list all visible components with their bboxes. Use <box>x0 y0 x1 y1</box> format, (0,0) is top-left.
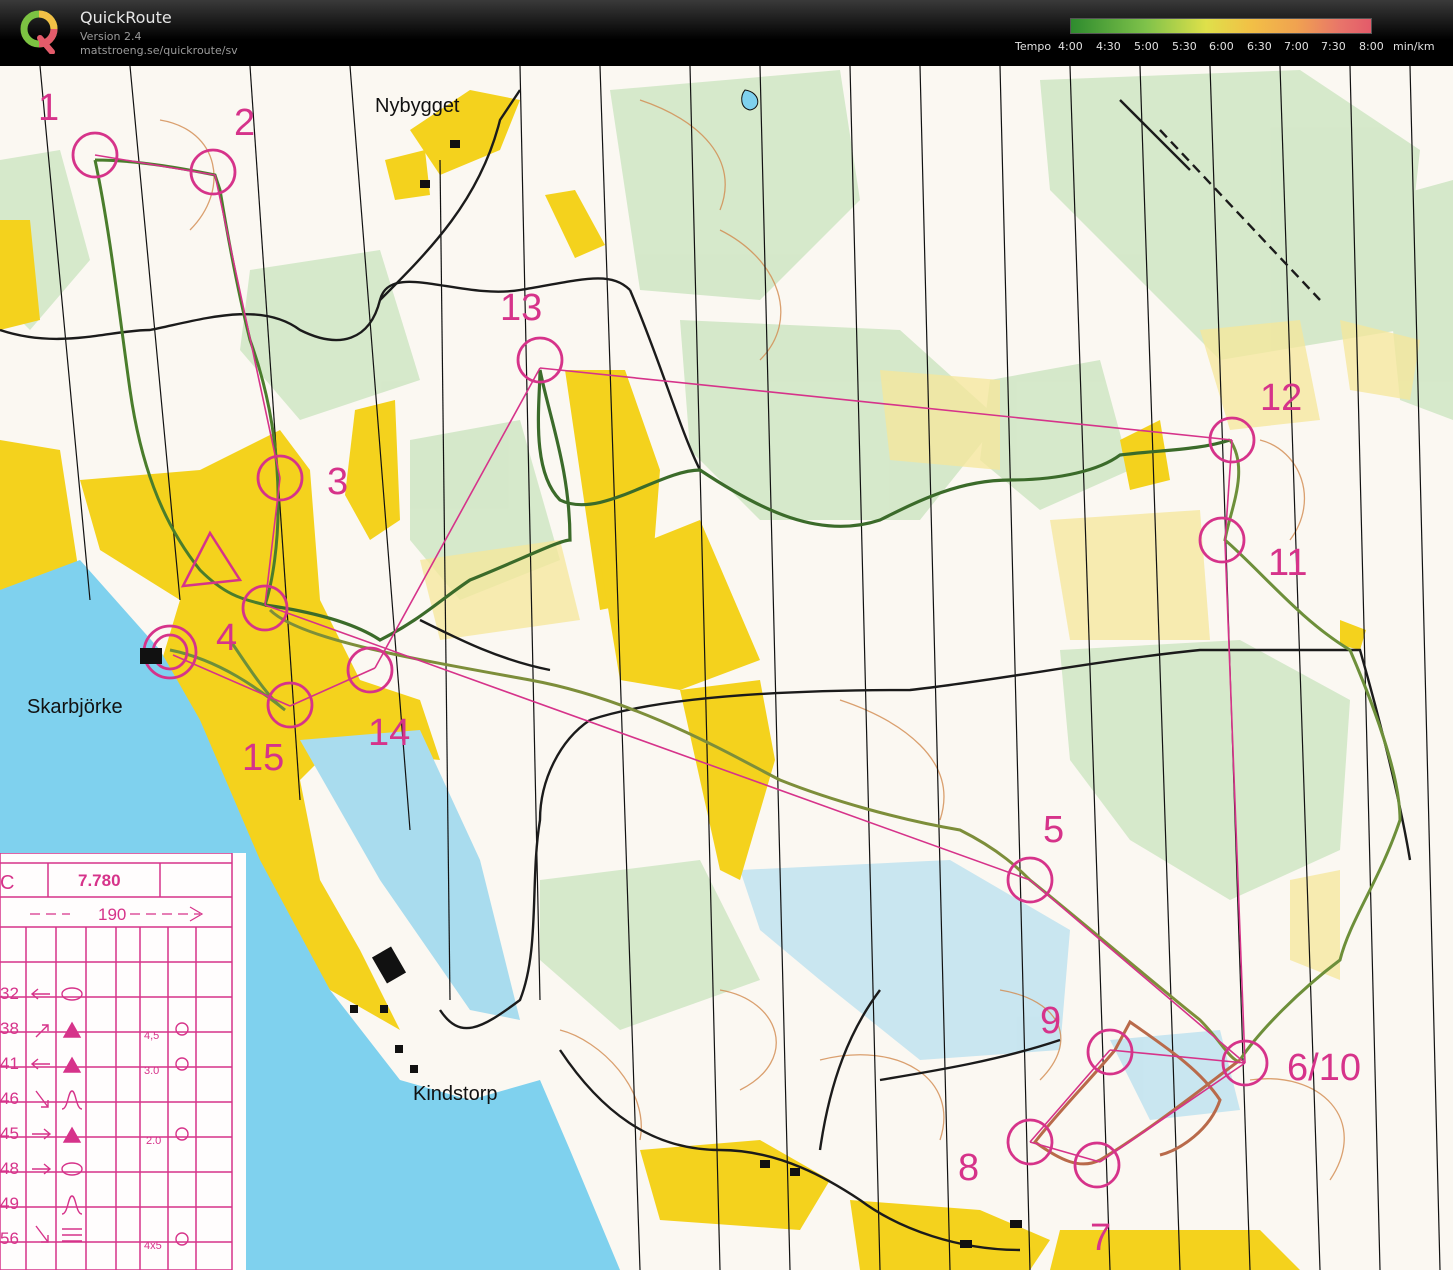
row-dimension: 3.0 <box>144 1065 159 1077</box>
control-number-8: 8 <box>958 1147 979 1189</box>
arrow-down-right-icon <box>35 1225 49 1243</box>
row-code: 38 <box>0 1019 19 1038</box>
legend-tick: 4:30 <box>1096 40 1121 53</box>
knoll-triangle-icon <box>62 1021 82 1038</box>
control-number-12: 12 <box>1260 377 1302 419</box>
quickroute-logo-icon <box>20 10 58 54</box>
course-code: C <box>0 872 14 894</box>
gully-icon <box>61 1090 83 1110</box>
knoll-triangle-icon <box>62 1126 82 1143</box>
legend-unit: min/km <box>1393 40 1435 53</box>
ditch-icon <box>62 1228 82 1242</box>
control-number-5: 5 <box>1043 809 1064 851</box>
app-version: Version 2.4 <box>80 30 142 43</box>
row-code: 45 <box>0 1124 19 1143</box>
row-code: 56 <box>0 1229 19 1248</box>
control-feature-icon <box>175 1057 189 1071</box>
row-dimension: 2.0 <box>146 1135 161 1147</box>
control-number-7: 7 <box>1090 1217 1111 1259</box>
pace-color-scale <box>1070 18 1372 34</box>
depression-icon <box>61 1162 83 1176</box>
row-code: 46 <box>0 1089 19 1108</box>
control-number-3: 3 <box>327 461 348 503</box>
course-length: 7.780 <box>78 871 121 890</box>
row-dimension: 4x5 <box>144 1240 162 1252</box>
quickroute-window: QuickRoute Version 2.4 matstroeng.se/qui… <box>0 0 1453 1270</box>
row-code: 32 <box>0 984 19 1003</box>
control-number-4: 4 <box>216 617 237 659</box>
control-feature-icon <box>175 1022 189 1036</box>
gully-icon <box>61 1195 83 1215</box>
legend-tick: 6:30 <box>1247 40 1272 53</box>
control-feature-icon <box>175 1232 189 1246</box>
control-number-9: 9 <box>1040 1000 1061 1042</box>
app-name: QuickRoute <box>80 8 172 27</box>
control-number-14: 14 <box>368 712 410 754</box>
legend-title: Tempo <box>1015 40 1052 53</box>
app-url-link[interactable]: matstroeng.se/quickroute/sv <box>80 44 238 57</box>
control-number-6-10: 6/10 <box>1287 1047 1361 1089</box>
depression-icon <box>61 987 83 1001</box>
row-code: 41 <box>0 1054 19 1073</box>
legend-tick: 6:00 <box>1209 40 1234 53</box>
row-dimension: 4,5 <box>144 1030 159 1042</box>
control-number-15: 15 <box>242 737 284 779</box>
arrow-up-right-icon <box>35 1024 49 1038</box>
course-climb: 190 <box>98 905 126 924</box>
row-code: 49 <box>0 1194 19 1213</box>
control-number-2: 2 <box>234 102 255 144</box>
control-feature-icon <box>175 1127 189 1141</box>
knoll-triangle-icon <box>62 1056 82 1073</box>
legend-tick: 5:00 <box>1134 40 1159 53</box>
control-number-13: 13 <box>500 287 542 329</box>
pace-legend: Tempo 4:00 4:30 5:00 5:30 6:00 6:30 7:00… <box>1012 18 1442 58</box>
legend-tick: 4:00 <box>1058 40 1083 53</box>
legend-tick: 8:00 <box>1359 40 1384 53</box>
legend-tick: 5:30 <box>1172 40 1197 53</box>
header-bar: QuickRoute Version 2.4 matstroeng.se/qui… <box>0 0 1453 66</box>
row-code: 48 <box>0 1159 19 1178</box>
control-number-1: 1 <box>38 87 59 129</box>
legend-tick: 7:30 <box>1321 40 1346 53</box>
place-name-nybygget: Nybygget <box>375 95 460 117</box>
arrow-down-right-icon <box>35 1090 49 1108</box>
control-description-sheet: C 7.780 190 32 38 41 46 45 48 49 56 4,5 … <box>0 852 246 1270</box>
place-name-skarbjorke: Skarbjörke <box>27 696 123 718</box>
place-name-kindstorp: Kindstorp <box>413 1083 498 1105</box>
description-rows: 32 38 41 46 45 48 49 56 4,5 3.0 2.0 4x5 <box>0 984 162 1252</box>
legend-tick: 7:00 <box>1284 40 1309 53</box>
control-number-11: 11 <box>1268 542 1307 584</box>
